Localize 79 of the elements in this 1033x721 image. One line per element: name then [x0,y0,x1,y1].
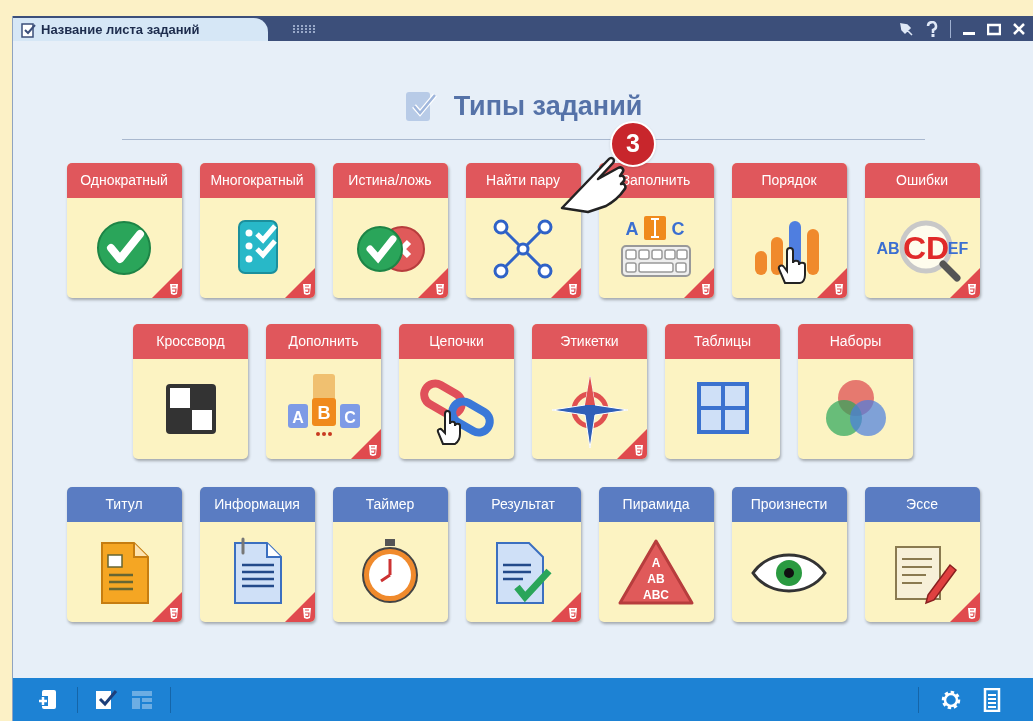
card-header: Истина/ложь [332,163,448,198]
scroll-with-pencil-icon [895,546,958,605]
task-type-card[interactable]: Таблицы [665,324,780,459]
letter-tiles-icon [287,374,360,436]
task-type-card[interactable]: Таймер [332,487,448,622]
card-header: Цепочки [399,324,514,359]
icon-letter: ABC [643,588,669,602]
checklist-icon[interactable] [94,687,118,712]
task-type-card[interactable]: Найти пару [465,163,581,298]
tab-title: Название листа заданий [41,20,200,39]
card-header: Однократный [66,163,182,198]
document-icon [101,542,149,604]
eye-icon [751,553,827,593]
pyramid-icon [618,539,694,605]
task-type-card[interactable]: Эссе [864,487,980,622]
card-header: Эссе [864,487,980,522]
icon-letter: B [317,403,330,423]
card-header: Многократный [199,163,315,198]
table-grid-icon [696,382,749,434]
task-type-card[interactable]: Информация [199,487,315,622]
check-and-cross-icon [357,226,425,272]
task-type-card[interactable]: Результат [465,487,581,622]
grip-icon[interactable] [292,24,316,34]
pin-icon[interactable] [898,20,914,37]
card-header: Порядок [731,163,847,198]
card-header: Произнести [731,487,847,522]
clipped-document-icon [234,537,282,604]
icon-letter: A [651,556,661,570]
card-header: Найти пару [465,163,581,198]
help-icon[interactable] [926,20,938,37]
card-header: Таблицы [665,324,780,359]
card-header: Дополнить [266,324,381,359]
close-icon[interactable] [1013,20,1025,37]
card-header: Титул [66,487,182,522]
task-type-card[interactable]: Кроссворд [133,324,248,459]
node-network-icon [493,219,553,279]
task-type-card[interactable]: Этикетки [532,324,647,459]
bar-chart-with-hand-icon [755,221,819,284]
icon-letter: C [343,409,356,426]
card-header: Ошибки [864,163,980,198]
task-type-card[interactable]: Титул [66,487,182,622]
page-heading: Типы заданий [453,89,643,123]
icon-letter: AB [876,240,900,257]
card-header: Результат [465,487,581,522]
checklist-icon [21,21,37,38]
icon-letter: CD [902,230,950,266]
document-tab[interactable]: Название листа заданий [13,18,268,41]
check-circle-icon [97,221,151,275]
venn-diagram-icon [825,380,886,436]
card-header: Наборы [798,324,913,359]
icon-letter: EF [947,240,969,257]
icon-letter: A [625,219,639,239]
step-number-badge: 3 [610,121,656,167]
card-header: Таймер [332,487,448,522]
task-type-card[interactable]: Пирамида A AB ABC [598,487,714,622]
checklist-icon [238,220,278,274]
crossword-grid-icon [165,384,216,434]
card-header: Кроссворд [133,324,248,359]
document-with-check-icon [496,542,552,604]
card-header: Пирамида [598,487,714,522]
stopwatch-icon [362,539,418,603]
icon-letter: A [291,409,304,426]
task-type-card[interactable]: Произнести [731,487,847,622]
compass-rose-icon [551,375,628,449]
list-icon[interactable] [983,687,1001,712]
icon-letter: C [671,219,685,239]
icon-letter: AB [647,572,665,586]
task-type-card[interactable]: Однократный [66,163,182,298]
task-type-card[interactable]: Цепочки [399,324,514,459]
keyboard-with-cursor-icon [621,216,691,277]
card-header: Информация [199,487,315,522]
task-type-card[interactable]: Истина/ложь [332,163,448,298]
hand-cursor-icon [436,410,461,445]
checklist-icon [403,89,438,123]
task-type-card[interactable]: Многократный [199,163,315,298]
task-type-card[interactable]: Порядок [731,163,847,298]
task-type-card[interactable]: Дополнить A B C [266,324,381,459]
card-header: Этикетки [532,324,647,359]
task-type-card[interactable]: Наборы [798,324,913,459]
